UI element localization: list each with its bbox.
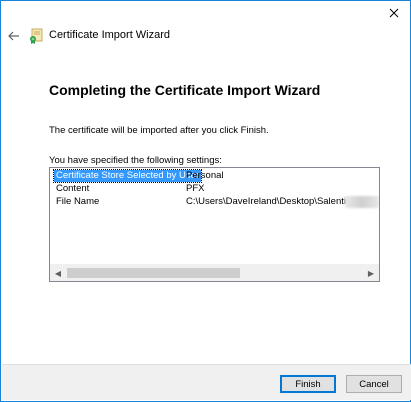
- close-icon: [389, 8, 399, 18]
- setting-value: PFX: [186, 183, 205, 194]
- scroll-right-button[interactable]: ▶: [363, 265, 379, 281]
- wizard-title: Certificate Import Wizard: [49, 29, 171, 41]
- setting-key: Certificate Store Selected by User: [52, 169, 203, 183]
- scroll-right-icon: ▶: [367, 268, 375, 278]
- finish-button[interactable]: Finish: [280, 375, 336, 393]
- settings-list[interactable]: Certificate Store Selected by User Perso…: [49, 167, 380, 282]
- footer-bar: Finish Cancel: [2, 364, 411, 400]
- horizontal-scrollbar[interactable]: ◀ ▶: [50, 264, 379, 281]
- page-heading: Completing the Certificate Import Wizard: [49, 82, 321, 98]
- setting-key: Content: [56, 183, 90, 194]
- settings-row[interactable]: File Name C:\Users\DaveIreland\Desktop\S…: [52, 196, 379, 208]
- scroll-left-icon: ◀: [54, 268, 62, 278]
- redacted-region: [345, 196, 379, 208]
- info-text: The certificate will be imported after y…: [49, 125, 269, 136]
- close-button[interactable]: [384, 3, 404, 23]
- cancel-button[interactable]: Cancel: [346, 375, 402, 393]
- settings-label: You have specified the following setting…: [49, 155, 222, 166]
- certificate-icon: [30, 28, 43, 44]
- back-arrow-icon: [8, 31, 19, 41]
- setting-value: C:\Users\DaveIreland\Desktop\Salentica -…: [186, 196, 372, 207]
- setting-value: Personal: [186, 170, 224, 181]
- scrollbar-thumb[interactable]: [67, 268, 240, 278]
- setting-key: File Name: [56, 196, 100, 207]
- scroll-left-button[interactable]: ◀: [50, 265, 66, 281]
- wizard-window: Certificate Import Wizard Completing the…: [0, 0, 411, 402]
- back-button[interactable]: [5, 27, 23, 45]
